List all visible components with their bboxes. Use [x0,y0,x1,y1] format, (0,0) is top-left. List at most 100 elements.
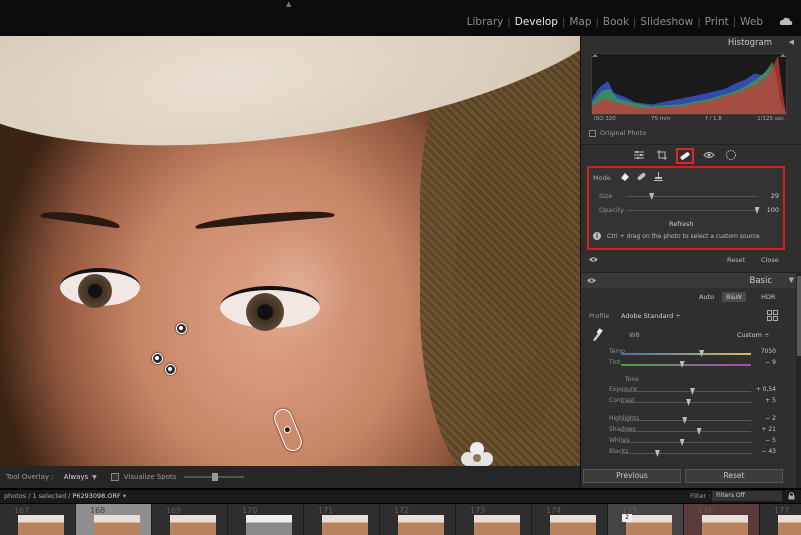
module-map[interactable]: Map [565,16,595,28]
tool-overlay-select[interactable]: Always [64,473,89,481]
original-photo-row[interactable]: Original Photo [589,129,646,137]
thumbnail[interactable] [246,515,292,535]
heal-close-button[interactable]: Close [761,256,779,264]
spot-removal-pin[interactable] [152,353,163,364]
whites-value[interactable]: − 5 [765,437,776,444]
thumbnail[interactable] [778,515,801,535]
filmstrip-cell[interactable]: 174 [532,504,608,535]
clone-stamp-icon[interactable] [653,171,664,182]
collapse-icon[interactable]: ◀ [789,38,794,46]
shadows-slider-thumb[interactable] [696,428,702,435]
thumbnail[interactable] [170,515,216,535]
filmstrip-cell[interactable]: 175 2 [608,504,684,535]
temp-slider[interactable] [621,350,751,357]
opacity-slider[interactable] [627,207,760,214]
eye-icon[interactable] [587,277,596,284]
bw-button[interactable]: B&W [722,292,746,302]
auto-button[interactable]: Auto [695,292,718,302]
filmstrip-cell[interactable]: 172 [380,504,456,535]
healing-tool-highlight[interactable] [676,148,694,164]
lock-icon[interactable] [788,492,795,500]
stack-count-badge[interactable]: 2 [622,514,632,522]
module-web[interactable]: Web [736,16,767,28]
filmstrip-cell-selected[interactable]: 168 [76,504,152,535]
visualize-spots-checkbox[interactable] [110,473,119,481]
refresh-button[interactable]: Refresh [669,220,694,228]
hdr-button[interactable]: HDR [757,292,779,302]
photo-canvas[interactable] [0,36,580,466]
thumbnail[interactable] [322,515,368,535]
filmstrip-cell[interactable]: 169 [152,504,228,535]
heal-brush-stroke[interactable] [271,406,305,454]
sliders-icon[interactable] [633,149,645,161]
cloud-icon[interactable] [779,17,793,26]
whites-slider-thumb[interactable] [679,439,685,446]
filter-select[interactable]: Filters Off [712,491,782,501]
thumbnail[interactable] [94,515,140,535]
thumbnail[interactable] [18,515,64,535]
module-develop[interactable]: Develop [511,16,562,28]
thumbnail[interactable] [550,515,596,535]
contrast-slider-thumb[interactable] [686,399,692,406]
exposure-value[interactable]: + 0,54 [756,386,776,393]
previous-button[interactable]: Previous [583,469,681,483]
heal-mode-icon[interactable] [636,171,647,182]
filmstrip-cell[interactable]: 167 [0,504,76,535]
thumbnail[interactable] [398,515,444,535]
filmstrip-cell[interactable]: 176 [684,504,760,535]
highlights-slider[interactable] [621,417,751,424]
histogram-header[interactable]: Histogram ◀ [581,36,801,50]
highlights-value[interactable]: − 2 [765,415,776,422]
temp-slider-thumb[interactable] [699,350,705,357]
module-book[interactable]: Book [599,16,633,28]
shadows-value[interactable]: + 21 [761,426,776,433]
eraser-content-aware-icon[interactable] [619,171,630,182]
size-slider[interactable] [627,193,757,200]
filmstrip-cell[interactable]: 173 [456,504,532,535]
shadows-slider[interactable] [621,428,751,435]
panel-scrollbar-thumb[interactable] [797,276,801,356]
whites-slider[interactable] [621,439,751,446]
visualize-threshold-slider[interactable] [184,473,245,481]
spot-removal-pin[interactable] [165,364,176,375]
collapse-icon[interactable]: ▼ [789,276,794,284]
exposure-slider-thumb[interactable] [690,388,695,395]
spot-removal-pin[interactable] [176,323,187,334]
reset-button[interactable]: Reset [685,469,783,483]
chevron-down-icon[interactable]: ▼ [92,474,97,481]
filmstrip-cell[interactable]: 170 [228,504,304,535]
bandage-icon[interactable] [679,151,691,161]
temp-value[interactable]: 7050 [761,348,776,355]
tint-slider-thumb[interactable] [679,361,685,368]
wb-select[interactable]: Custom ÷ [737,331,769,339]
thumbnail[interactable] [626,515,672,535]
tint-slider[interactable] [621,361,751,368]
thumbnail[interactable] [702,515,748,535]
module-print[interactable]: Print [701,16,733,28]
blacks-slider-thumb[interactable] [654,450,660,457]
basic-header[interactable]: Basic ▼ [581,272,801,288]
module-library[interactable]: Library [463,16,508,28]
tint-value[interactable]: − 9 [765,359,776,366]
blacks-value[interactable]: − 43 [761,448,776,455]
contrast-value[interactable]: + 5 [765,397,776,404]
opacity-value[interactable]: 100 [767,206,779,214]
highlights-slider-thumb[interactable] [682,417,688,424]
contrast-slider[interactable] [621,399,751,406]
blacks-slider[interactable] [621,450,751,457]
profile-select[interactable]: Adobe Standard ÷ [621,312,681,320]
exposure-slider[interactable] [621,388,751,395]
opacity-slider-thumb[interactable] [754,207,760,214]
grid-icon[interactable] [767,310,778,321]
thumbnail[interactable] [474,515,520,535]
size-slider-thumb[interactable] [649,193,655,200]
filmstrip-path[interactable]: photos / 1 selected / P6293098.ORF ▾ [4,492,126,500]
red-eye-icon[interactable] [703,149,715,161]
original-photo-checkbox[interactable] [589,129,596,137]
filmstrip-cell[interactable]: 171 [304,504,380,535]
size-value[interactable]: 29 [771,192,779,200]
panel-scrollbar[interactable] [796,272,801,488]
filmstrip-cell[interactable]: 177 [760,504,801,535]
module-slideshow[interactable]: Slideshow [636,16,697,28]
masking-icon[interactable] [725,149,737,161]
